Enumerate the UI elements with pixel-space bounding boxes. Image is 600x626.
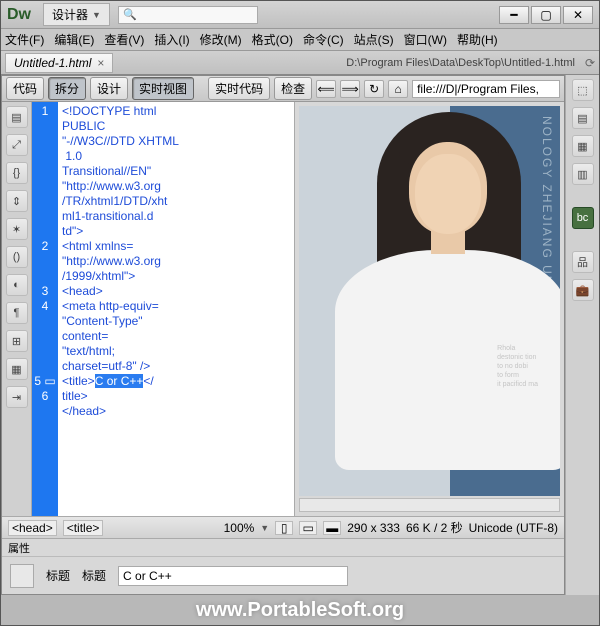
tag-selector-title[interactable]: <title> xyxy=(63,520,104,536)
home-icon: ⌂ xyxy=(394,82,401,96)
document-column: 代码 拆分 设计 实时视图 实时代码 检查 ⟸ ⟹ ↻ ⌂ file:///D|… xyxy=(1,75,565,595)
tool-select-icon[interactable]: ⇕ xyxy=(6,190,28,212)
watermark: www.PortableSoft.org xyxy=(1,595,599,625)
code-title-selection: C or C++ xyxy=(95,374,144,388)
menu-help[interactable]: 帮助(H) xyxy=(457,31,498,48)
close-button[interactable]: ✕ xyxy=(563,6,593,24)
code-pane[interactable]: 1 2 3 4 5 ▭ 6 <!DOCTYPE htmlPUBLIC"-//W3… xyxy=(32,102,295,516)
forward-icon: ⟹ xyxy=(341,82,358,96)
tool-highlight-icon[interactable]: ◐ xyxy=(6,274,28,296)
phone-size-icon[interactable]: ▯ xyxy=(275,521,293,535)
tool-indent-icon[interactable]: ⇥ xyxy=(6,386,28,408)
properties-body: 标题 标题 xyxy=(2,557,564,594)
split-container: ▤ ⤢ {} ⇕ ✶ () ◐ ¶ ⊞ ▦ ⇥ 1 2 3 4 5 ▭ xyxy=(2,102,564,516)
title-input[interactable] xyxy=(118,566,348,586)
tablet-size-icon[interactable]: ▭ xyxy=(299,521,317,535)
minimize-icon: ━ xyxy=(510,8,517,22)
properties-panel: 属性 标题 标题 xyxy=(2,538,564,594)
search-input[interactable]: 🔍 xyxy=(118,6,258,24)
document-tabbar: Untitled-1.html × D:\Program Files\Data\… xyxy=(1,51,599,75)
menu-file[interactable]: 文件(F) xyxy=(5,31,44,48)
preview-image[interactable]: NOLOGY ZHEJIANG UNIVERSITY Rholadestonic… xyxy=(299,106,561,496)
home-button[interactable]: ⌂ xyxy=(388,80,408,98)
properties-section-label: 标题 xyxy=(46,567,70,584)
panel-files-icon[interactable]: ▦ xyxy=(572,135,594,157)
properties-field-label: 标题 xyxy=(82,567,106,584)
split-view-button[interactable]: 拆分 xyxy=(48,77,86,100)
code-toolbar: ▤ ⤢ {} ⇕ ✶ () ◐ ¶ ⊞ ▦ ⇥ xyxy=(2,102,32,516)
status-size-time: 66 K / 2 秒 xyxy=(406,519,463,536)
chevron-down-icon: ▼ xyxy=(92,10,101,20)
inspect-button[interactable]: 检查 xyxy=(274,77,312,100)
live-view-button[interactable]: 实时视图 xyxy=(132,77,194,100)
tool-snippet-icon[interactable]: ▦ xyxy=(6,358,28,380)
tool-wrap-icon[interactable]: ¶ xyxy=(6,302,28,324)
panel-business-icon[interactable]: 💼 xyxy=(572,279,594,301)
statusbar: <head> <title> 100% ▼ ▯ ▭ ▬ 290 x 333 66… xyxy=(2,516,564,538)
back-button[interactable]: ⟸ xyxy=(316,80,336,98)
tool-syntax-icon[interactable]: ⊞ xyxy=(6,330,28,352)
close-icon: ✕ xyxy=(573,8,583,22)
preview-pane: NOLOGY ZHEJIANG UNIVERSITY Rholadestonic… xyxy=(295,102,565,516)
document-tab[interactable]: Untitled-1.html × xyxy=(5,53,113,73)
maximize-button[interactable]: ▢ xyxy=(531,6,561,24)
status-dimensions: 290 x 333 xyxy=(347,521,400,535)
document-path: D:\Program Files\Data\DeskTop\Untitled-1… xyxy=(113,57,579,69)
desktop-size-icon[interactable]: ▬ xyxy=(323,521,341,535)
layout-label: 设计器 xyxy=(52,6,88,23)
tab-title: Untitled-1.html xyxy=(14,56,91,70)
line-gutter: 1 2 3 4 5 ▭ 6 xyxy=(32,102,58,516)
properties-header[interactable]: 属性 xyxy=(2,539,564,557)
refresh-icon: ↻ xyxy=(369,82,379,96)
menubar: 文件(F) 编辑(E) 查看(V) 插入(I) 修改(M) 格式(O) 命令(C… xyxy=(1,29,599,51)
titlebar: Dw 设计器 ▼ 🔍 ━ ▢ ✕ xyxy=(1,1,599,29)
code-title-open: <title> xyxy=(62,374,95,388)
panel-ap-icon[interactable]: ▤ xyxy=(572,107,594,129)
menu-command[interactable]: 命令(C) xyxy=(303,31,344,48)
properties-category-icon[interactable] xyxy=(10,564,34,588)
menu-insert[interactable]: 插入(I) xyxy=(154,31,189,48)
panel-bc-icon[interactable]: bc xyxy=(572,207,594,229)
back-icon: ⟸ xyxy=(317,82,334,96)
menu-site[interactable]: 站点(S) xyxy=(354,31,394,48)
main-area: 代码 拆分 设计 实时视图 实时代码 检查 ⟸ ⟹ ↻ ⌂ file:///D|… xyxy=(1,75,599,595)
code-view-button[interactable]: 代码 xyxy=(6,77,44,100)
tool-wand-icon[interactable]: ✶ xyxy=(6,218,28,240)
minimize-button[interactable]: ━ xyxy=(499,6,529,24)
panel-dock: ⬚ ▤ ▦ ▥ bc 品 💼 xyxy=(565,75,599,595)
address-box[interactable]: file:///D|/Program Files, xyxy=(412,80,560,98)
panel-sitemap-icon[interactable]: 品 xyxy=(572,251,594,273)
tag-selector-head[interactable]: <head> xyxy=(8,520,57,536)
menu-window[interactable]: 窗口(W) xyxy=(404,31,447,48)
zoom-chevron-icon[interactable]: ▼ xyxy=(260,523,269,533)
panel-css-icon[interactable]: ⬚ xyxy=(572,79,594,101)
app-logo: Dw xyxy=(7,6,31,24)
preview-scrollbar[interactable] xyxy=(299,498,561,512)
search-field[interactable] xyxy=(137,8,292,22)
tool-collapse-icon[interactable]: ⤢ xyxy=(6,134,28,156)
menu-view[interactable]: 查看(V) xyxy=(104,31,144,48)
maximize-icon: ▢ xyxy=(540,8,551,22)
tool-comment-icon[interactable]: () xyxy=(6,246,28,268)
tab-close-icon[interactable]: × xyxy=(97,56,104,70)
tool-insert-icon[interactable]: ▤ xyxy=(6,106,28,128)
status-encoding: Unicode (UTF-8) xyxy=(469,521,558,535)
layout-dropdown[interactable]: 设计器 ▼ xyxy=(43,3,110,26)
panel-assets-icon[interactable]: ▥ xyxy=(572,163,594,185)
tool-expand-icon[interactable]: {} xyxy=(6,162,28,184)
photo-placeholder: NOLOGY ZHEJIANG UNIVERSITY Rholadestonic… xyxy=(299,106,561,496)
forward-button[interactable]: ⟹ xyxy=(340,80,360,98)
zoom-level[interactable]: 100% xyxy=(224,521,255,535)
sync-icon[interactable]: ⟳ xyxy=(585,56,595,70)
refresh-button[interactable]: ↻ xyxy=(364,80,384,98)
search-icon: 🔍 xyxy=(123,8,137,21)
code-text[interactable]: <!DOCTYPE htmlPUBLIC"-//W3C//DTD XHTML 1… xyxy=(58,102,294,516)
document-toolbar: 代码 拆分 设计 实时视图 实时代码 检查 ⟸ ⟹ ↻ ⌂ file:///D|… xyxy=(2,76,564,102)
live-code-button[interactable]: 实时代码 xyxy=(208,77,270,100)
menu-format[interactable]: 格式(O) xyxy=(252,31,293,48)
design-view-button[interactable]: 设计 xyxy=(90,77,128,100)
menu-modify[interactable]: 修改(M) xyxy=(200,31,242,48)
menu-edit[interactable]: 编辑(E) xyxy=(54,31,94,48)
